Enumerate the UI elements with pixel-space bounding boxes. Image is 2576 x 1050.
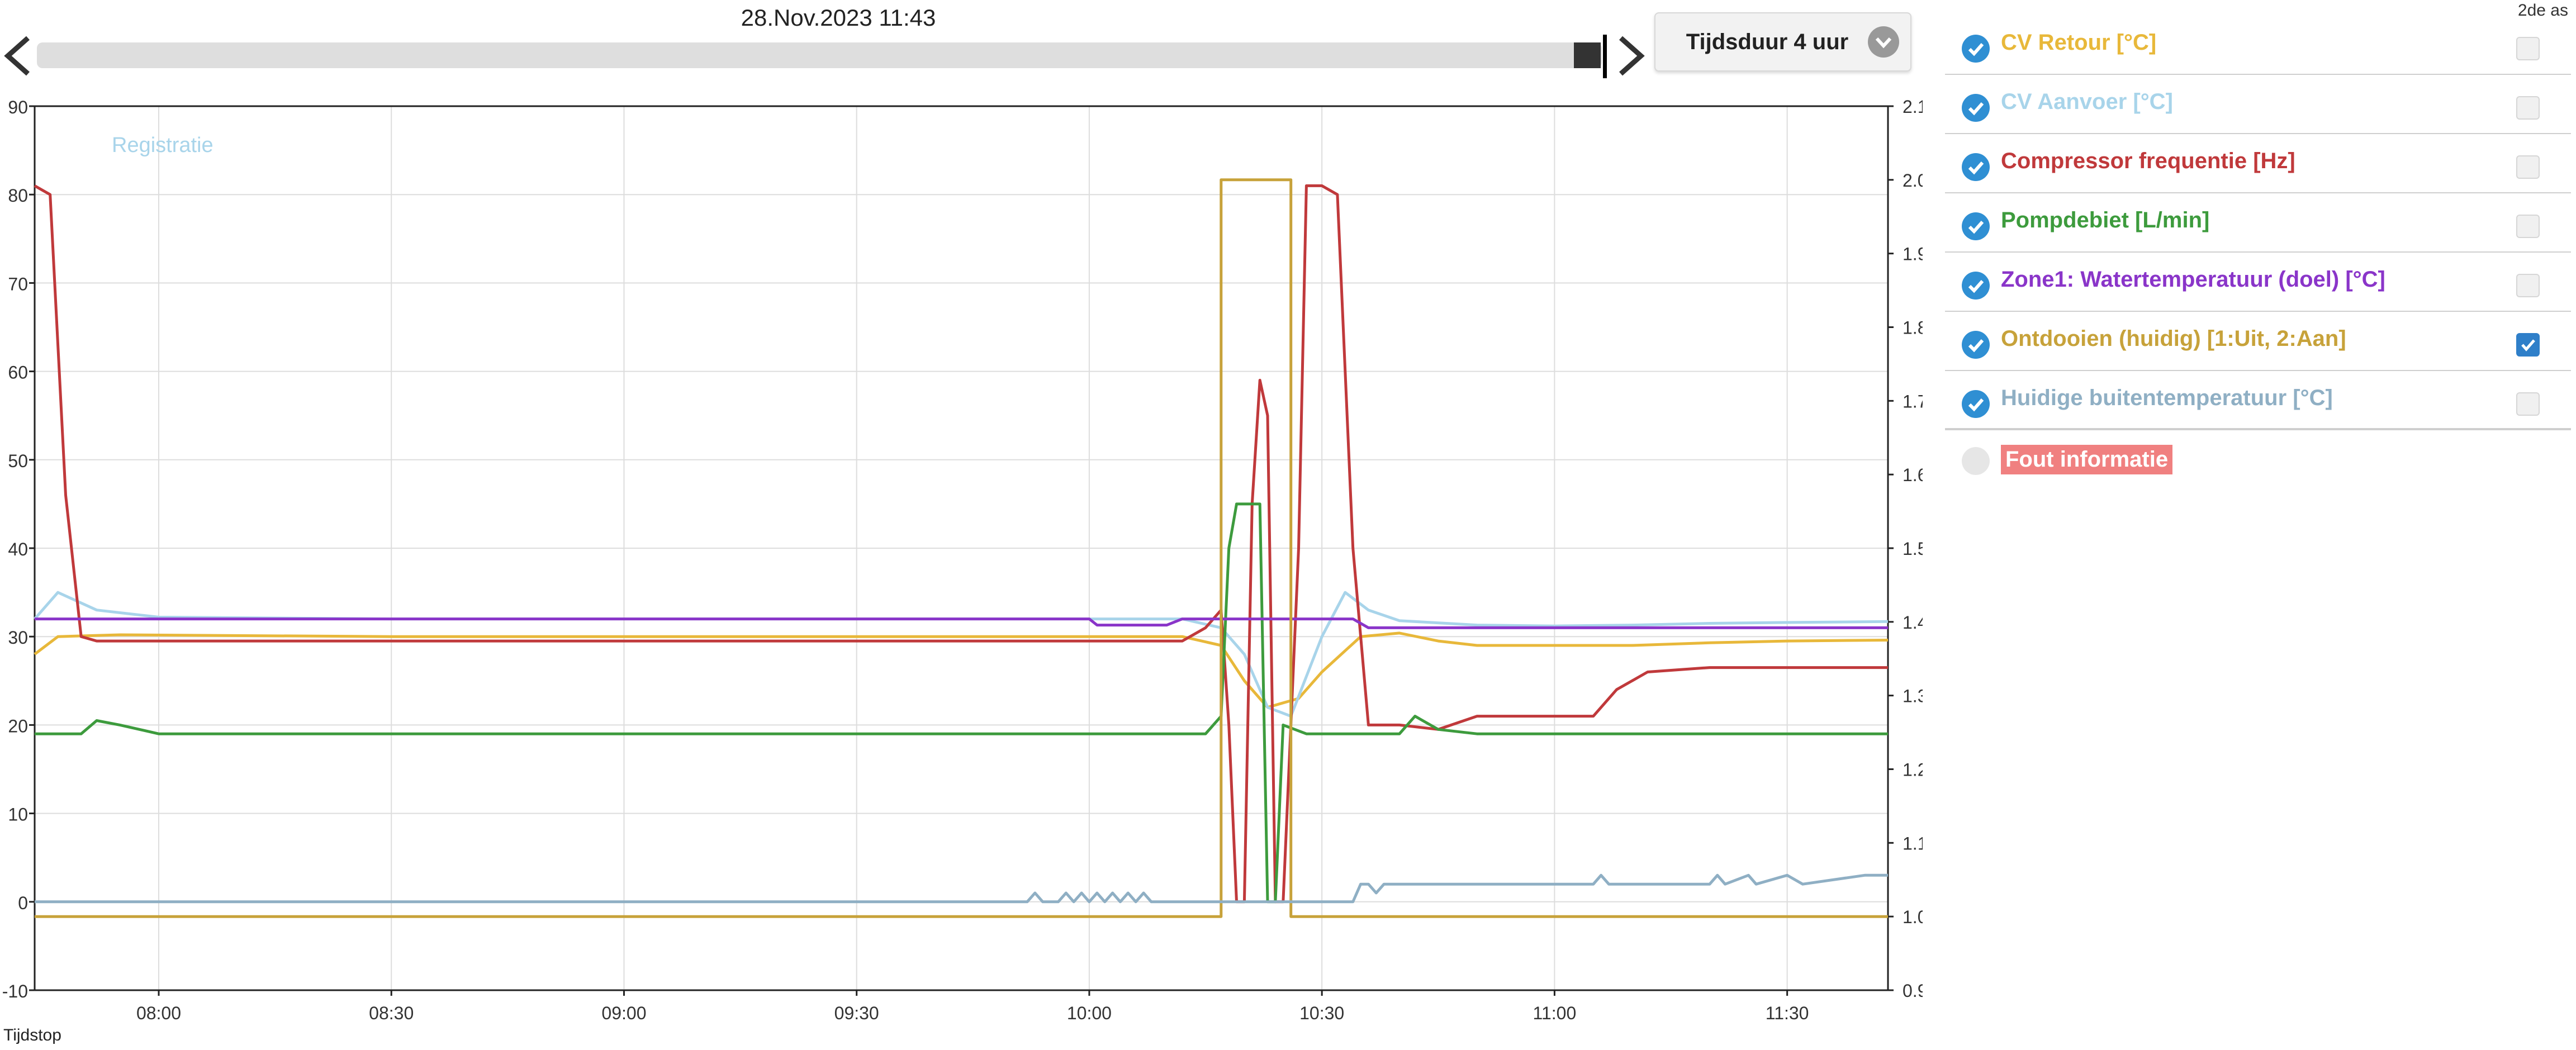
legend-item[interactable]: Huidige buitentemperatuur [°C] [1945,372,2571,430]
legend-panel: 2de as CV Retour [°C] CV Aanvoer [°C] Comp… [1945,0,2576,503]
current-timestamp: 28.Nov.2023 11:43 [741,4,936,31]
y-right-tick-label: 1.8 [1903,318,1923,338]
y-right-tick-label: 1.4 [1903,612,1923,633]
y-right-tick-label: 2.1 [1903,97,1923,117]
error-info-toggle[interactable]: Fout informatie [1945,439,2280,484]
x-tick-label: 08:00 [136,1003,181,1023]
y-left-tick-label: -10 [2,981,28,1001]
y-left-tick-label: 80 [8,186,28,206]
x-tick-label: 09:00 [601,1003,646,1023]
y-right-tick-label: 1.0 [1903,907,1923,927]
x-axis-title: Tijdstop [3,1026,61,1044]
y-left-tick-label: 90 [8,97,28,117]
y-right-tick-label: 1.9 [1903,244,1923,264]
series-line [35,873,1888,904]
x-tick-label: 10:00 [1067,1003,1112,1023]
legend-item-label: Huidige buitentemperatuur [°C] [2001,386,2333,410]
error-info-label: Fout informatie [2001,445,2173,474]
legend-item-label: CV Retour [°C] [2001,30,2157,55]
legend-item[interactable]: Compressor frequentie [Hz] [1945,135,2571,193]
legend-item-label: Pompdebiet [L/min] [2001,208,2210,232]
legend-item[interactable]: Ontdooien (huidig) [1:Uit, 2:Aan] [1945,313,2571,371]
y-right-tick-label: 0.9 [1903,981,1923,1001]
y-left-tick-label: 70 [8,274,28,294]
y-left-tick-label: 20 [8,716,28,736]
checkmark-circle-icon[interactable] [1962,212,1990,240]
x-tick-label: 11:30 [1766,1003,1809,1023]
y-right-tick-label: 1.7 [1903,391,1923,411]
y-left-tick-label: 10 [8,805,28,825]
y-left-tick-label: 60 [8,363,28,383]
checkmark-circle-icon[interactable] [1962,390,1990,418]
x-tick-label: 08:30 [369,1003,414,1023]
chart-annotation: Registratie [112,134,214,157]
series-line [35,502,1888,904]
x-tick-label: 10:30 [1299,1003,1344,1023]
checkmark-circle-icon[interactable] [1962,35,1990,63]
chevron-right-icon [1619,36,1645,76]
y-right-tick-label: 1.2 [1903,760,1923,780]
legend-item-label: CV Aanvoer [°C] [2001,89,2173,114]
secondary-axis-checkbox[interactable] [2516,96,2540,120]
y-left-tick-label: 0 [18,893,28,913]
error-toggle-icon [1962,447,1990,475]
secondary-axis-checkbox[interactable] [2516,392,2540,416]
y-left-tick-label: 40 [8,539,28,559]
series-line [35,617,1888,629]
checkmark-circle-icon[interactable] [1962,272,1990,300]
legend-item[interactable]: Pompdebiet [L/min] [1945,194,2571,253]
secondary-axis-checkbox[interactable] [2516,215,2540,238]
y-right-tick-label: 1.5 [1903,539,1923,559]
x-tick-label: 09:30 [834,1003,879,1023]
legend-item-label: Ontdooien (huidig) [1:Uit, 2:Aan] [2001,326,2346,351]
line-chart: -10 0 10 20 30 40 50 60 70 80 90 0.9 1.0 1.1 1.2 1.3 1.4… [2,97,1923,1044]
y-left-tick-label: 30 [8,628,28,648]
legend-item[interactable]: Zone1: Watertemperatuur (doel) [°C] [1945,254,2571,312]
next-period-button[interactable] [1610,28,1649,84]
secondary-axis-checkbox[interactable] [2516,274,2540,297]
legend-item[interactable]: CV Retour [°C] [1945,17,2571,75]
y-left-tick-label: 50 [8,451,28,471]
duration-label: Tijdsduur 4 uur [1686,29,1849,54]
time-slider-track[interactable] [37,42,1602,68]
duration-dropdown[interactable]: Tijdsduur 4 uur [1654,12,1911,72]
previous-period-button[interactable] [0,28,39,84]
secondary-axis-checkbox[interactable] [2516,333,2540,357]
y-right-tick-label: 2.0 [1903,170,1923,191]
y-right-tick-label: 1.1 [1903,833,1923,853]
time-slider-handle[interactable] [1574,42,1601,68]
secondary-axis-checkbox[interactable] [2516,155,2540,179]
chart-area: -10 0 10 20 30 40 50 60 70 80 90 0.9 1.0 1.1 1.2 1.3 1.4… [0,84,1923,1050]
legend-separator [1945,428,2571,430]
checkmark-circle-icon[interactable] [1962,331,1990,359]
legend-item[interactable]: CV Aanvoer [°C] [1945,76,2571,134]
checkmark-circle-icon[interactable] [1962,153,1990,181]
y-right-tick-label: 1.6 [1903,465,1923,485]
secondary-axis-checkbox[interactable] [2516,37,2540,60]
chevron-down-icon [1868,26,1899,58]
x-tick-label: 11:00 [1533,1003,1577,1023]
slider-end-marker [1603,35,1607,78]
chevron-left-icon [4,36,30,76]
legend-item-label: Compressor frequentie [Hz] [2001,149,2295,173]
series-line [34,184,1888,904]
checkmark-circle-icon[interactable] [1962,94,1990,122]
y-right-tick-label: 1.3 [1903,686,1923,706]
legend-item-label: Zone1: Watertemperatuur (doel) [°C] [2001,267,2385,292]
